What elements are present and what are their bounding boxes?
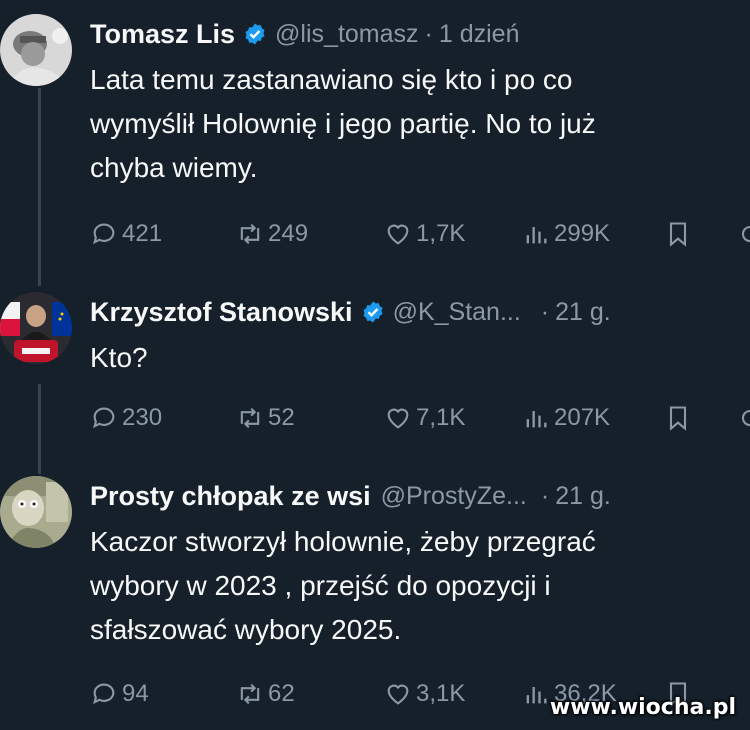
share-icon <box>741 225 750 243</box>
repost-count: 249 <box>268 220 309 247</box>
author-name[interactable]: Krzysztof Stanowski <box>90 297 353 328</box>
tweet-text-line: Kto? <box>90 342 148 373</box>
repost-button[interactable]: 62 <box>236 674 295 714</box>
share-icon <box>741 409 750 427</box>
timestamp[interactable]: 21 g. <box>555 482 611 511</box>
reply-button[interactable]: 230 <box>90 398 162 438</box>
repost-count: 52 <box>268 404 295 431</box>
timestamp[interactable]: 21 g. <box>555 298 611 327</box>
avatar-krzysztof-stanowski[interactable] <box>0 292 72 364</box>
views-icon <box>526 227 547 244</box>
separator-dot: · <box>540 481 550 510</box>
separator-dot: · <box>540 297 550 326</box>
like-icon <box>387 684 409 705</box>
reply-icon <box>93 683 115 705</box>
like-button[interactable]: 7,1K <box>384 398 465 438</box>
repost-count: 62 <box>268 680 295 707</box>
author-name[interactable]: Prosty chłopak ze wsi <box>90 481 371 512</box>
bookmark-icon <box>669 222 687 247</box>
share-button[interactable] <box>736 398 750 438</box>
verified-icon <box>363 301 383 323</box>
reply-count: 94 <box>122 680 149 707</box>
reply-icon <box>93 407 115 429</box>
tweet-2[interactable]: Krzysztof Stanowski @K_Stan... · 21 g. K… <box>0 292 750 442</box>
tweet-actions: 230 52 7,1K 207K <box>90 398 750 438</box>
tweet-text-line: wymyślił Holownię i jego partię. No to j… <box>90 108 596 139</box>
tweet-text-line: wybory w 2023 , przejść do opozycji i <box>90 570 551 601</box>
views-icon <box>526 687 547 704</box>
like-button[interactable]: 1,7K <box>384 214 465 254</box>
views-button[interactable]: 207K <box>522 398 610 438</box>
views-button[interactable]: 299K <box>522 214 610 254</box>
avatar-prosty-chlopak[interactable] <box>0 476 72 548</box>
reply-count: 421 <box>122 220 163 247</box>
tweet-actions: 421 249 1,7K 299K <box>90 214 750 254</box>
tweet-text-line: Kaczor stworzył holownie, żeby przegrać <box>90 526 596 557</box>
repost-icon <box>240 407 260 429</box>
tweet-text: Kto? <box>90 336 740 380</box>
watermark: www.wiocha.pl <box>549 695 736 720</box>
tweet-text: Lata temu zastanawiano się kto i po co w… <box>90 58 740 190</box>
bookmark-icon <box>669 406 687 431</box>
timestamp[interactable]: 1 dzień <box>439 20 520 49</box>
author-handle[interactable]: @ProstyZe... <box>381 482 527 511</box>
views-count: 299K <box>554 220 611 247</box>
repost-button[interactable]: 249 <box>236 214 308 254</box>
reply-count: 230 <box>122 404 163 431</box>
tweet-header: Prosty chłopak ze wsi @ProstyZe... · 21 … <box>90 476 750 516</box>
like-icon <box>387 224 409 245</box>
share-button[interactable] <box>736 214 750 254</box>
like-count: 3,1K <box>416 680 466 707</box>
bookmark-button[interactable] <box>664 214 696 254</box>
author-handle[interactable]: @lis_tomasz <box>275 20 418 49</box>
views-count: 207K <box>554 404 611 431</box>
tweet-3[interactable]: Prosty chłopak ze wsi @ProstyZe... · 21 … <box>0 476 750 726</box>
author-name[interactable]: Tomasz Lis <box>90 19 235 50</box>
reply-icon <box>93 223 115 245</box>
repost-icon <box>240 223 260 245</box>
repost-button[interactable]: 52 <box>236 398 295 438</box>
tweet-text: Kaczor stworzył holownie, żeby przegrać … <box>90 520 740 652</box>
tweet-text-line: chyba wiemy. <box>90 152 258 183</box>
repost-icon <box>240 683 260 705</box>
reply-button[interactable]: 421 <box>90 214 162 254</box>
tweet-header: Krzysztof Stanowski @K_Stan... · 21 g. <box>90 292 750 332</box>
views-icon <box>526 411 547 428</box>
bookmark-button[interactable] <box>664 398 696 438</box>
author-handle[interactable]: @K_Stan... <box>393 298 521 327</box>
like-button[interactable]: 3,1K <box>384 674 465 714</box>
tweet-1[interactable]: Tomasz Lis @lis_tomasz · 1 dzień Lata te… <box>0 14 750 264</box>
tweet-text-line: Lata temu zastanawiano się kto i po co <box>90 64 573 95</box>
like-icon <box>387 408 409 429</box>
avatar-tomasz-lis[interactable] <box>0 14 72 86</box>
reply-button[interactable]: 94 <box>90 674 149 714</box>
like-count: 7,1K <box>416 404 466 431</box>
like-count: 1,7K <box>416 220 466 247</box>
tweet-text-line: sfałszować wybory 2025. <box>90 614 402 645</box>
separator-dot: · <box>424 19 433 48</box>
tweet-header: Tomasz Lis @lis_tomasz · 1 dzień <box>90 14 750 54</box>
verified-icon <box>245 23 265 45</box>
